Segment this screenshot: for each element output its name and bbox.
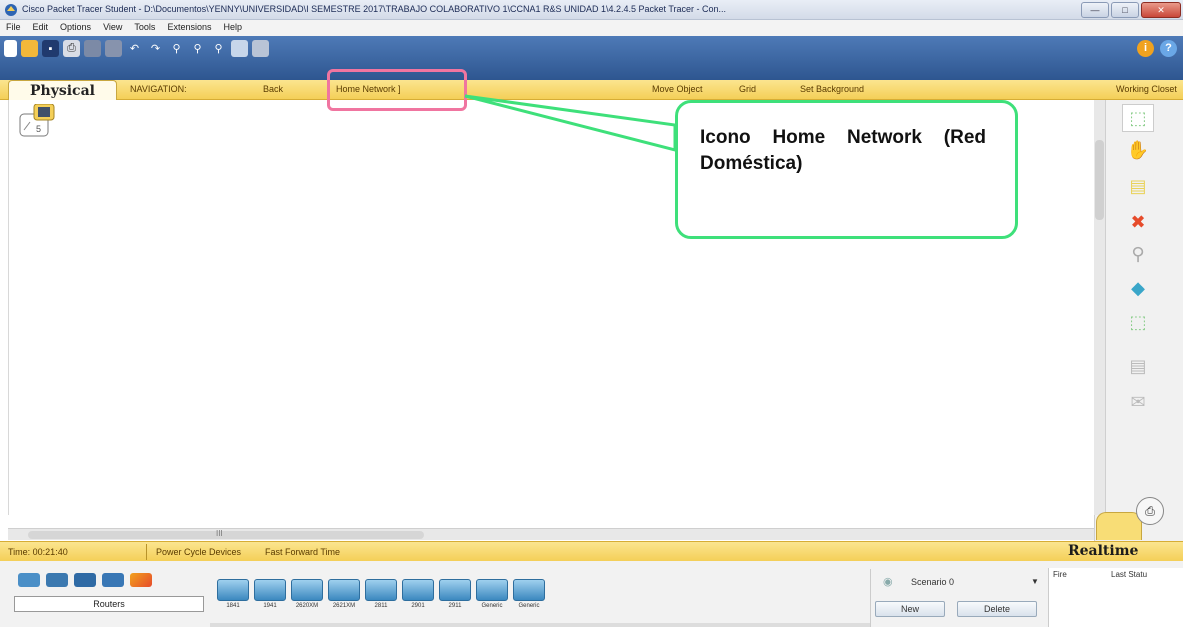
device-router-2620xm[interactable]: 2620XM <box>290 579 324 619</box>
note-icon[interactable]: ▤ <box>1122 172 1154 200</box>
viewport-camera-icon[interactable]: ⎙ <box>1136 497 1164 525</box>
power-cycle-button[interactable]: Power Cycle Devices <box>156 547 241 557</box>
connections-category-icon[interactable] <box>130 573 152 587</box>
new-scenario-button[interactable]: New <box>875 601 945 617</box>
vertical-scrollbar[interactable] <box>1094 100 1106 515</box>
complex-pdu-icon[interactable]: ✉ <box>1122 388 1154 416</box>
router-icon <box>513 579 545 601</box>
device-router-2901[interactable]: 2901 <box>401 579 435 619</box>
device-list-scrollbar[interactable] <box>210 623 870 627</box>
horizontal-scrollbar[interactable]: III <box>8 528 1094 540</box>
delete-scenario-button[interactable]: Delete <box>957 601 1037 617</box>
simple-pdu-icon[interactable]: ▤ <box>1122 352 1154 380</box>
device-router-2911[interactable]: 2911 <box>438 579 472 619</box>
draw-shape-icon[interactable]: ◆ <box>1122 274 1154 302</box>
device-router-1841[interactable]: 1841 <box>216 579 250 619</box>
status-bar: Time: 00:21:40 Power Cycle Devices Fast … <box>0 541 1183 561</box>
router-icon <box>365 579 397 601</box>
inspect-icon[interactable]: ⚲ <box>1122 240 1154 268</box>
callout-box: Icono Home Network (Red Doméstica) <box>675 100 1018 239</box>
chevron-down-icon[interactable]: ▼ <box>1031 577 1039 586</box>
wireless-category-icon[interactable] <box>102 573 124 587</box>
device-panel: Routers 1841 1941 2620XM 2621XM 2811 290… <box>0 561 1183 627</box>
realtime-mode-label[interactable]: Realtime <box>1068 543 1138 559</box>
device-category-label: Routers <box>14 596 204 612</box>
device-router-2621xm[interactable]: 2621XM <box>327 579 361 619</box>
device-router-generic-2[interactable]: Generic <box>512 579 546 619</box>
router-icon <box>402 579 434 601</box>
router-icon <box>476 579 508 601</box>
router-icon <box>254 579 286 601</box>
scenario-select[interactable]: Scenario 0 <box>907 575 1017 591</box>
resize-shape-icon[interactable]: ⬚ <box>1122 308 1154 336</box>
select-tool-icon[interactable]: ⬚ <box>1122 104 1154 132</box>
routers-category-icon[interactable] <box>18 573 40 587</box>
fast-forward-button[interactable]: Fast Forward Time <box>265 547 340 557</box>
scenario-info-icon[interactable]: ◉ <box>883 575 893 588</box>
router-icon <box>328 579 360 601</box>
device-router-2811[interactable]: 2811 <box>364 579 398 619</box>
switches-category-icon[interactable] <box>46 573 68 587</box>
router-icon <box>439 579 471 601</box>
delete-icon[interactable]: ✖ <box>1122 208 1154 236</box>
simulation-time: Time: 00:21:40 <box>8 547 68 557</box>
scenario-panel: ◉ Scenario 0 ▼ New Delete <box>870 569 1048 627</box>
last-status-column-header: Last Statu <box>1111 570 1148 579</box>
hubs-category-icon[interactable] <box>74 573 96 587</box>
router-icon <box>217 579 249 601</box>
device-router-generic-1[interactable]: Generic <box>475 579 509 619</box>
router-icon <box>291 579 323 601</box>
realtime-clock-icon[interactable] <box>1096 512 1142 540</box>
fire-column-header: Fire <box>1053 570 1067 579</box>
device-router-1941[interactable]: 1941 <box>253 579 287 619</box>
event-list: Fire Last Statu <box>1048 568 1183 627</box>
callout-text: Icono Home Network (Red Doméstica) <box>700 127 986 174</box>
move-layout-icon[interactable]: ✋ <box>1122 136 1154 164</box>
